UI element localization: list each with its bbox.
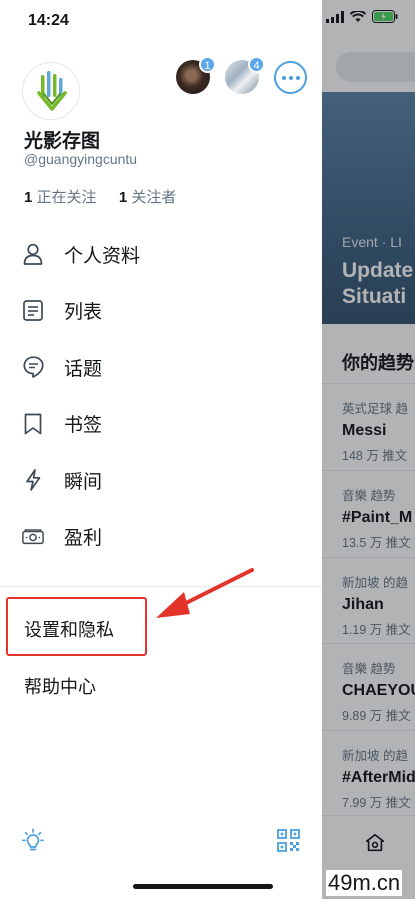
plant-logo-icon (37, 71, 67, 111)
dim-overlay[interactable] (322, 0, 415, 899)
following-label: 正在关注 (36, 189, 97, 206)
watermark: 49m.cn (326, 870, 403, 896)
menu-item-bookmarks[interactable]: 书签 (0, 396, 322, 453)
status-time: 14:24 (28, 12, 69, 29)
menu-item-monetization[interactable]: 盈利 (0, 509, 322, 566)
dot (295, 75, 300, 80)
menu-item-label: 话题 (64, 358, 103, 380)
notification-badge: 1 (199, 56, 216, 73)
home-indicator (133, 884, 273, 889)
profile-name[interactable]: 光影存图 (24, 126, 100, 153)
account-switcher-avatar[interactable]: 1 (176, 56, 216, 94)
dot (281, 75, 286, 80)
highlight-box (6, 597, 147, 656)
monetization-icon (22, 526, 44, 548)
help-center-item[interactable]: 帮助中心 (24, 673, 96, 699)
followers-count: 1 (118, 189, 128, 206)
menu-item-lists[interactable]: 列表 (0, 283, 322, 340)
menu-item-moments[interactable]: 瞬间 (0, 452, 322, 509)
menu-item-topics[interactable]: 话题 (0, 339, 322, 396)
followers-link[interactable]: 1 关注者 (119, 189, 177, 206)
profile-handle: @guangyingcuntu (24, 151, 138, 167)
menu-item-label: 瞬间 (64, 471, 103, 493)
notification-badge: 4 (248, 56, 265, 73)
avatar[interactable] (22, 62, 80, 120)
menu-item-profile[interactable]: 个人资料 (0, 226, 322, 283)
person-icon (22, 243, 44, 266)
qr-code-icon[interactable] (277, 829, 300, 852)
followers-label: 关注者 (131, 189, 177, 206)
dot (288, 75, 293, 80)
navigation-drawer: 14:24 1 4 光影存图 @guangyingcuntu 1 正在关注 1 … (0, 0, 322, 899)
topics-icon (22, 356, 44, 379)
menu-item-label: 列表 (64, 302, 103, 324)
menu-item-label: 盈利 (64, 528, 103, 550)
list-icon (22, 300, 44, 322)
lightbulb-icon[interactable] (20, 828, 46, 854)
account-switcher-avatar[interactable]: 4 (225, 56, 265, 94)
following-count: 1 (24, 189, 33, 206)
drawer-menu: 个人资料 列表 话题 书签 瞬间 盈利 (0, 226, 322, 565)
red-arrow-annotation (156, 568, 254, 618)
lightning-icon (22, 469, 44, 492)
follow-stats: 1 正在关注 1 关注者 (24, 186, 176, 207)
more-options-button[interactable] (274, 61, 307, 94)
menu-item-label: 个人资料 (64, 245, 141, 267)
bookmark-icon (22, 413, 44, 435)
following-link[interactable]: 1 正在关注 (24, 189, 97, 206)
menu-item-label: 书签 (64, 415, 103, 437)
